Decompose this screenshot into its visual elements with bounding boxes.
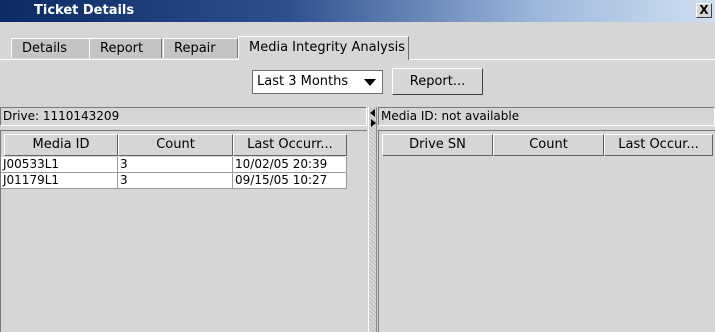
close-button[interactable]: X (696, 3, 712, 18)
column-header-count[interactable]: Count (118, 134, 233, 156)
column-header-drive-sn[interactable]: Drive SN (382, 134, 493, 156)
column-header-media-id[interactable]: Media ID (4, 134, 118, 156)
window-title: Ticket Details (34, 3, 135, 18)
column-header-last-occurrence[interactable]: Last Occurr... (233, 134, 347, 156)
arrow-left-icon[interactable] (370, 109, 375, 117)
table-row[interactable]: J00533L1 3 10/02/05 20:39 (1, 157, 347, 173)
media-panel-header: Media ID: not available (378, 107, 715, 126)
drive-panel: Drive: 1110143209 Media ID Count Last Oc… (0, 107, 367, 332)
column-header-last-occurrence[interactable]: Last Occur... (604, 134, 713, 156)
media-panel: Media ID: not available Drive SN Count L… (378, 107, 715, 332)
controls-bar: Last 3 Months Report... (0, 60, 715, 101)
chevron-down-icon[interactable] (364, 79, 376, 86)
cell-count: 3 (118, 157, 233, 173)
title-bar: Ticket Details X (0, 0, 715, 22)
media-table[interactable]: Media ID Count Last Occurr... J00533L1 3… (0, 130, 367, 332)
cell-last-occurrence: 10/02/05 20:39 (233, 157, 347, 173)
drive-table[interactable]: Drive SN Count Last Occur... (378, 130, 715, 332)
tab-report[interactable]: Report (89, 38, 162, 58)
arrow-right-icon[interactable] (371, 119, 376, 127)
range-select[interactable]: Last 3 Months (252, 70, 383, 94)
column-header-count[interactable]: Count (493, 134, 604, 156)
tab-details[interactable]: Details (11, 38, 90, 58)
table-row[interactable]: J01179L1 3 09/15/05 10:27 (1, 173, 347, 189)
report-button[interactable]: Report... (392, 68, 483, 95)
tab-repair[interactable]: Repair (163, 38, 238, 58)
tab-strip: Details Report Repair Media Integrity An… (0, 22, 715, 60)
cell-media-id: J00533L1 (1, 157, 118, 173)
range-select-value: Last 3 Months (257, 74, 349, 89)
tab-media-integrity-analysis[interactable]: Media Integrity Analysis (238, 36, 409, 60)
panel-splitter[interactable] (368, 107, 377, 332)
cell-media-id: J01179L1 (1, 173, 118, 189)
drive-panel-header: Drive: 1110143209 (0, 107, 367, 126)
cell-last-occurrence: 09/15/05 10:27 (233, 173, 347, 189)
cell-count: 3 (118, 173, 233, 189)
